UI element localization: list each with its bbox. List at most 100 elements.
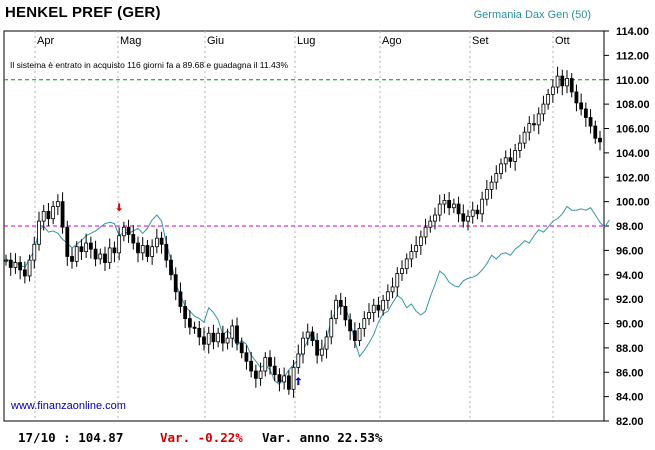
candle-body xyxy=(46,210,51,220)
candle-body xyxy=(253,370,258,379)
candle-body xyxy=(79,246,84,252)
candle-body xyxy=(103,253,107,263)
candle-body xyxy=(112,247,117,254)
candle-body xyxy=(532,123,536,126)
candle-body xyxy=(197,327,202,338)
y-tick-label: 108.00 xyxy=(616,99,650,111)
candle-body xyxy=(466,215,470,222)
candle-body xyxy=(74,246,79,262)
candle-body xyxy=(324,336,329,350)
plot-frame xyxy=(3,30,605,422)
y-tick-label: 82.00 xyxy=(616,416,644,428)
candle-body xyxy=(183,306,188,320)
candle-body xyxy=(517,142,522,151)
candle-body xyxy=(93,248,98,260)
price-chart: Apr Mag Giu Lug Ago Set Ott 114.00 112.00 110.00 1… xyxy=(3,26,650,428)
candle-body xyxy=(107,247,112,263)
candle-body xyxy=(22,269,27,277)
candle-body xyxy=(150,246,155,257)
candle-body xyxy=(37,220,41,245)
candle-body xyxy=(32,243,37,261)
candle-body xyxy=(268,357,272,367)
candle-body xyxy=(51,206,56,220)
candle-body xyxy=(513,150,518,162)
y-tick-label: 96.00 xyxy=(616,245,644,257)
candle-body xyxy=(202,336,206,345)
candle-body xyxy=(18,262,23,271)
month-label: Giu xyxy=(207,35,224,47)
candle-body xyxy=(291,366,296,390)
candle-body xyxy=(390,286,395,293)
candle-body xyxy=(131,234,136,244)
candle-body xyxy=(489,181,494,190)
candle-body xyxy=(272,365,277,376)
y-tick-label: 114.00 xyxy=(616,26,649,38)
candle-body xyxy=(159,237,164,245)
candle-body xyxy=(60,201,65,228)
candle-body xyxy=(235,325,239,344)
month-label: Apr xyxy=(37,35,54,47)
candle-body xyxy=(536,113,541,126)
month-label: Ago xyxy=(382,35,402,47)
candle-body xyxy=(447,200,452,209)
candle-body xyxy=(418,236,423,246)
candle-body xyxy=(579,102,584,110)
candle-body xyxy=(8,259,13,268)
candle-body xyxy=(98,253,103,260)
candle-body xyxy=(499,163,503,174)
candle-body xyxy=(371,304,376,313)
candle-body xyxy=(305,331,310,339)
candle-body xyxy=(84,242,89,252)
candle-body xyxy=(244,352,249,362)
candle-body xyxy=(503,157,508,165)
candle-body xyxy=(414,245,419,252)
candle-body xyxy=(164,243,169,261)
chart-title: HENKEL PREF (GER) xyxy=(5,4,161,21)
y-tick-label: 86.00 xyxy=(616,367,644,379)
source-link[interactable]: www.finanzaonline.com xyxy=(11,400,126,412)
candle-body xyxy=(55,201,60,207)
candle-body xyxy=(88,242,93,250)
month-label: Mag xyxy=(120,35,141,47)
month-label: Ott xyxy=(555,35,570,47)
candle-body xyxy=(395,273,400,288)
candle-body xyxy=(593,125,598,139)
candle-body xyxy=(546,93,551,105)
candle-body xyxy=(239,342,244,354)
y-tick-label: 102.00 xyxy=(616,172,650,184)
candle-body xyxy=(442,200,447,205)
candle-body xyxy=(230,325,235,339)
y-tick-label: 84.00 xyxy=(616,392,644,404)
candle-body xyxy=(136,242,140,254)
candle-body xyxy=(461,213,466,222)
candle-body xyxy=(527,123,532,133)
candle-body xyxy=(225,337,230,344)
y-tick-label: 98.00 xyxy=(616,221,644,233)
candle-body xyxy=(206,332,211,345)
candle-body xyxy=(560,75,565,87)
candle-body xyxy=(249,360,254,372)
candle-body xyxy=(451,203,456,209)
candle-body xyxy=(315,340,320,356)
candle-body xyxy=(329,318,334,338)
candle-body xyxy=(400,268,404,274)
candle-body xyxy=(140,245,145,254)
candle-body xyxy=(433,214,437,222)
candle-body xyxy=(173,274,178,293)
candle-body xyxy=(550,86,555,95)
y-tick-label: 104.00 xyxy=(616,148,650,160)
candle-body xyxy=(470,209,475,217)
candle-body xyxy=(367,312,371,320)
candle-body xyxy=(27,259,32,277)
candle-body xyxy=(70,256,74,262)
candle-body xyxy=(522,131,527,144)
candle-body xyxy=(220,332,225,344)
candle-body xyxy=(456,203,461,215)
month-label: Lug xyxy=(297,35,315,47)
index-legend-label: Germania Dax Gen (50) xyxy=(473,9,591,21)
candle-body xyxy=(376,304,381,311)
candle-body xyxy=(258,370,263,379)
candle-body xyxy=(319,348,324,356)
footer-daily-change: Var. -0.22% xyxy=(160,430,243,445)
candle-body xyxy=(178,291,183,307)
